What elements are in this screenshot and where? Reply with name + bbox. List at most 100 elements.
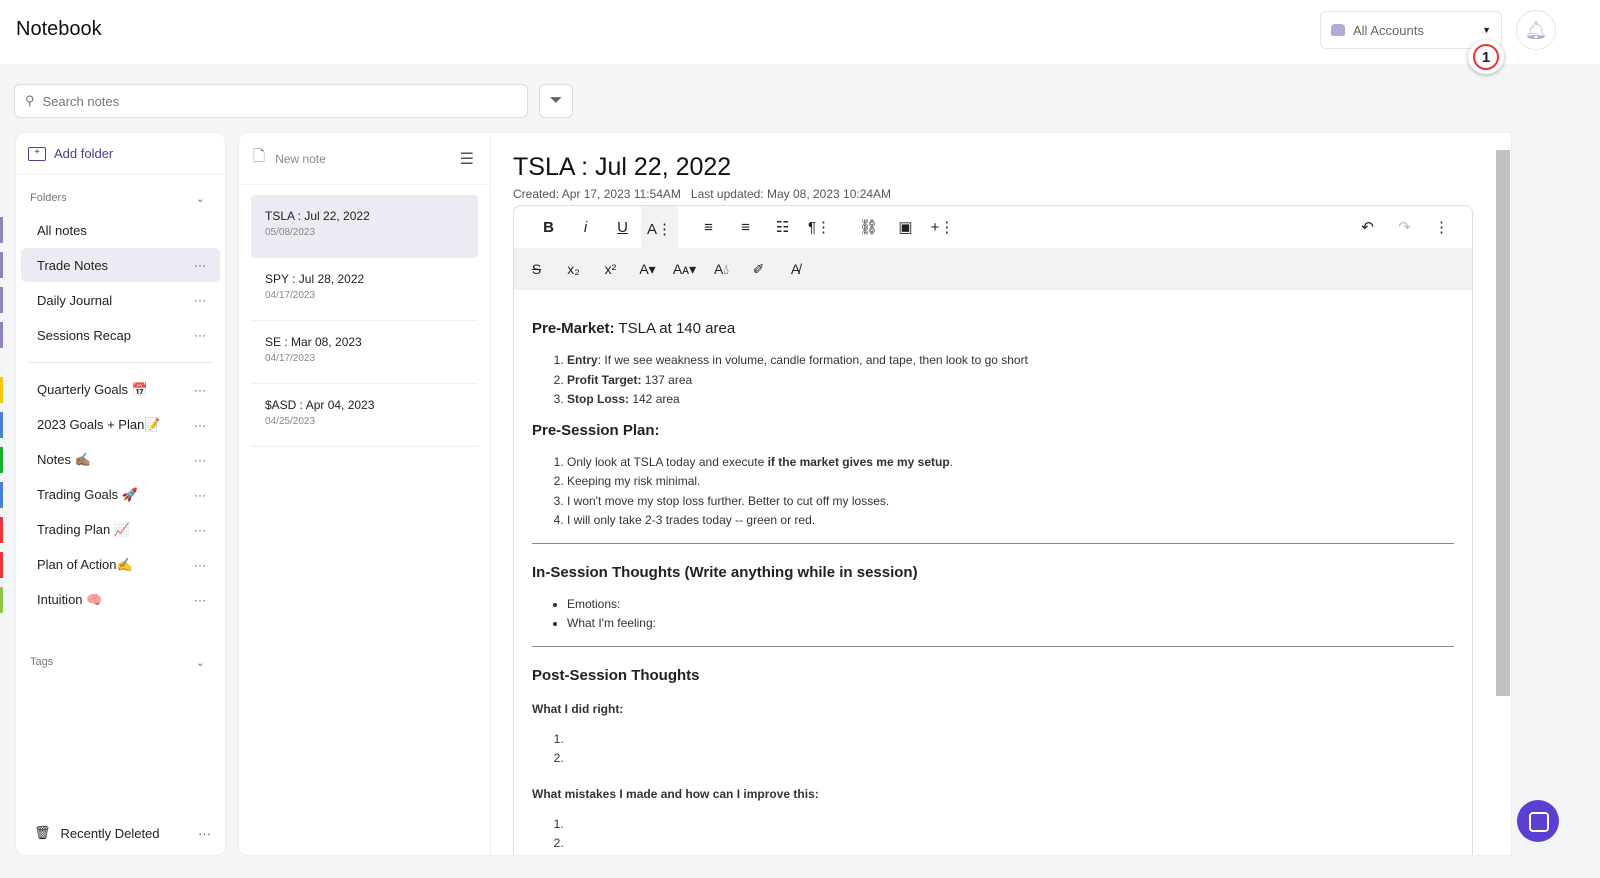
search-icon: ⚲	[25, 93, 35, 108]
sidebar-folder-item[interactable]: Trading Plan 📈 ···	[0, 513, 220, 547]
filter-icon: ⏷	[549, 92, 563, 109]
premarket-heading: Pre-Market: TSLA at 140 area	[532, 320, 736, 337]
folder-color-tab	[0, 252, 3, 278]
sidebar-folder-item[interactable]: Trade Notes ···	[0, 248, 220, 282]
folder-color-tab	[0, 482, 3, 508]
folder-sidebar: + Add folder Folders ⌄ All notes Trade Note…	[0, 132, 226, 856]
more-icon[interactable]: ···	[194, 293, 206, 307]
more-icon[interactable]: ···	[194, 558, 206, 572]
add-folder-icon: +	[28, 146, 46, 161]
sidebar-folder-item[interactable]: Plan of Action✍️ ···	[0, 548, 220, 582]
sidebar-folder-item[interactable]: 2023 Goals + Plan📝 ···	[0, 408, 220, 442]
folders-header[interactable]: Folders ⌄	[16, 183, 225, 213]
more-icon[interactable]: ···	[194, 523, 206, 537]
note-meta: Created: Apr 17, 2023 11:54AM Last updat…	[513, 187, 891, 201]
note-title: TSLA : Jul 22, 2022	[265, 209, 370, 223]
folder-color-tab	[0, 412, 3, 438]
top-bar: Notebook All Accounts ▼ 🔔︎	[0, 0, 1600, 64]
folder-color-tab	[0, 322, 3, 348]
note-content[interactable]: Pre-Market: TSLA at 140 area Entry: If w…	[514, 290, 1472, 854]
clear-format-icon[interactable]: A̸	[777, 261, 814, 277]
chat-launcher-button[interactable]	[1517, 800, 1559, 842]
scrollbar[interactable]	[1496, 150, 1510, 696]
sidebar-folder-item[interactable]: Intuition 🧠 ···	[0, 583, 220, 617]
note-list-item[interactable]: SE : Mar 08, 2023 04/17/2023	[251, 321, 478, 384]
premarket-list: Entry: If we see weakness in volume, can…	[532, 351, 1454, 410]
list-item: Entry: If we see weakness in volume, can…	[567, 351, 1454, 371]
more-icon[interactable]: ···	[194, 453, 206, 467]
insert-more-icon[interactable]: +⋮	[924, 218, 961, 236]
folder-label: Quarterly Goals 📅	[37, 382, 148, 397]
folder-label: Daily Journal	[37, 292, 113, 308]
badge-number: 1	[1473, 44, 1499, 70]
italic-icon[interactable]: i	[567, 219, 604, 236]
new-note-button[interactable]: New note	[275, 152, 326, 166]
note-editor: TSLA : Jul 22, 2022 Created: Apr 17, 202…	[490, 132, 1512, 856]
note-title[interactable]: TSLA : Jul 22, 2022	[513, 153, 731, 182]
align-left-icon[interactable]: ≡	[690, 219, 727, 236]
notification-bell-icon[interactable]: 🔔︎	[1516, 10, 1556, 50]
sidebar-folder-item[interactable]: Trading Goals 🚀 ···	[0, 478, 220, 512]
link-icon[interactable]: ⛓	[850, 218, 887, 236]
more-icon[interactable]: ···	[194, 383, 206, 397]
recently-deleted[interactable]: 🗑︎ Recently Deleted ···	[34, 825, 211, 841]
add-folder-label: Add folder	[54, 146, 114, 161]
more-icon[interactable]: ⋮	[1423, 218, 1460, 236]
note-list-item[interactable]: $ASD : Apr 04, 2023 04/25/2023	[251, 384, 478, 447]
superscript-icon[interactable]: x²	[592, 261, 629, 277]
account-icon	[1331, 24, 1345, 36]
note-date: 04/25/2023	[265, 416, 316, 427]
account-label: All Accounts	[1353, 22, 1424, 38]
sidebar-folder-item[interactable]: All notes	[0, 213, 220, 247]
strikethrough-icon[interactable]: S	[518, 261, 555, 277]
undo-icon[interactable]: ↶	[1349, 218, 1386, 236]
insession-list: Emotions:What I'm feeling:	[532, 595, 1454, 634]
divider	[28, 362, 213, 363]
presession-heading: Pre-Session Plan:	[532, 421, 660, 439]
more-icon[interactable]: ···	[198, 826, 211, 841]
subscript-icon[interactable]: x₂	[555, 261, 592, 277]
list-item: What I'm feeling:	[567, 614, 1454, 634]
note-date: 05/08/2023	[265, 227, 316, 238]
filter-button[interactable]: ⏷	[539, 84, 573, 118]
note-title: SE : Mar 08, 2023	[265, 335, 362, 349]
list-item: I won't move my stop loss further. Bette…	[567, 492, 1454, 512]
text-style-icon[interactable]: A⋮	[641, 206, 678, 248]
more-icon[interactable]: ···	[194, 328, 206, 342]
folder-color-tab	[0, 587, 3, 613]
folder-label: Notes ✍🏽	[37, 452, 91, 467]
note-list-item[interactable]: SPY : Jul 28, 2022 04/17/2023	[251, 258, 478, 321]
more-icon[interactable]: ···	[194, 593, 206, 607]
highlight-icon[interactable]: ✐	[740, 261, 777, 278]
more-icon[interactable]: ···	[194, 258, 206, 272]
font-color-icon[interactable]: A▾	[629, 261, 666, 278]
sidebar-folder-item[interactable]: Notes ✍🏽 ···	[0, 443, 220, 477]
search-box[interactable]: ⚲	[14, 84, 528, 118]
sort-icon[interactable]: ☰	[460, 149, 474, 169]
ordered-list-icon[interactable]: ☷	[764, 218, 801, 236]
underline-icon[interactable]: U	[604, 219, 641, 236]
mistakes-list	[532, 815, 1454, 854]
tags-header[interactable]: Tags ⌄	[16, 647, 225, 677]
sidebar-folder-item[interactable]: Daily Journal ···	[0, 283, 220, 317]
note-date: 04/17/2023	[265, 290, 316, 301]
add-folder-button[interactable]: + Add folder	[16, 133, 225, 175]
paragraph-icon[interactable]: ¶⋮	[801, 218, 838, 236]
sidebar-folder-item[interactable]: Quarterly Goals 📅 ···	[0, 373, 220, 407]
folder-label: Sessions Recap	[37, 327, 131, 343]
note-list-item[interactable]: TSLA : Jul 22, 2022 05/08/2023	[251, 195, 478, 258]
bold-icon[interactable]: B	[530, 219, 567, 236]
font-size-icon[interactable]: Aᴀ▾	[666, 261, 703, 278]
more-icon[interactable]: ···	[194, 488, 206, 502]
tags-label: Tags	[30, 656, 54, 668]
background-color-icon[interactable]: A💧︎	[703, 261, 740, 278]
folder-label: Trade Notes	[37, 257, 109, 273]
search-input[interactable]	[42, 93, 483, 109]
align-center-icon[interactable]: ≡	[727, 219, 764, 236]
redo-icon[interactable]: ↷	[1386, 218, 1423, 236]
image-icon[interactable]: ▣	[887, 218, 924, 236]
folder-label: All notes	[37, 222, 87, 238]
sidebar-folder-item[interactable]: Sessions Recap ···	[0, 318, 220, 352]
mistakes-label: What mistakes I made and how can I impro…	[532, 786, 819, 801]
more-icon[interactable]: ···	[194, 418, 206, 432]
